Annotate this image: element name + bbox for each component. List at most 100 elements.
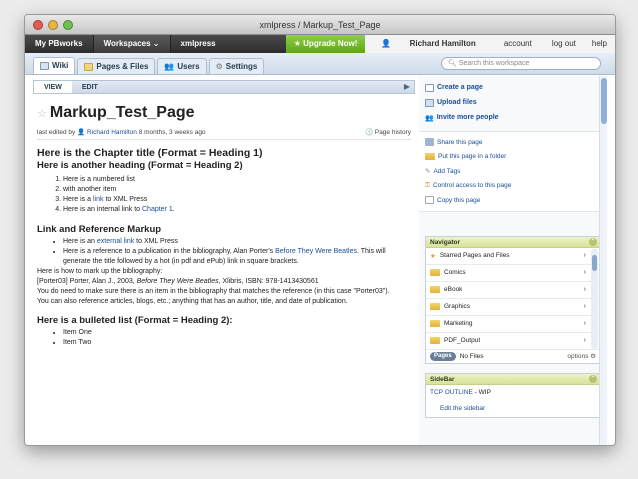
heading-bulleted-list: Here is a bulleted list (Format = Headin… xyxy=(37,315,233,326)
paragraph: You do need to make sure there is an ite… xyxy=(37,288,390,295)
tab-settings[interactable]: ⚙ Settings xyxy=(208,58,265,74)
collapse-navigator-icon[interactable]: ⌃ xyxy=(589,237,597,246)
tab-wiki[interactable]: Wiki xyxy=(33,57,76,74)
navigator-header: Navigator ⌃ xyxy=(426,236,600,248)
no-files-filter[interactable]: No Files xyxy=(460,353,484,360)
list-item: with another item xyxy=(63,185,411,195)
user-name-link[interactable]: 👤 Richard Hamilton xyxy=(365,35,491,53)
sidebar-panel-header: SideBar ⌃ xyxy=(426,373,600,385)
bulleted-list-items: Item One Item Two xyxy=(63,328,411,348)
window-controls xyxy=(33,20,73,30)
navigator-item-pdf-output[interactable]: PDF_Output › xyxy=(426,333,600,350)
tab-edit[interactable]: EDIT xyxy=(72,81,108,93)
external-link[interactable]: external link xyxy=(97,238,134,245)
bulleted-list-links: Here is an external link to XML Press He… xyxy=(63,237,411,267)
folder-icon xyxy=(430,286,440,293)
favorite-star-icon[interactable]: ☆ xyxy=(37,107,47,120)
pages-filter-button[interactable]: Pages xyxy=(430,351,456,361)
list-item: Here is an external link to XML Press xyxy=(63,237,411,247)
gear-icon: ⚙ xyxy=(215,61,223,71)
put-in-folder-link[interactable]: Put this page in a folder xyxy=(425,150,601,165)
add-tags-link[interactable]: ✎ Add Tags xyxy=(425,164,601,179)
paragraph: Here is how to mark up the bibliography: xyxy=(37,268,163,275)
top-navigation: My PBworks Workspaces ⌄ xmlpress ★ Upgra… xyxy=(25,35,615,53)
folder-icon xyxy=(425,153,435,161)
create-page-link[interactable]: Create a page xyxy=(425,80,601,95)
upgrade-button[interactable]: ★ Upgrade Now! xyxy=(285,35,366,53)
my-pbworks-link[interactable]: My PBworks xyxy=(25,35,93,53)
navigator-item-comics[interactable]: Comics › xyxy=(426,265,600,282)
list-item: Here is a numbered list xyxy=(63,175,411,185)
chapter-1-link[interactable]: Chapter 1 xyxy=(142,206,173,213)
bib-post: , Xlibris, ISBN: 978-1413430561 xyxy=(218,278,319,285)
editor-link[interactable]: Richard Hamilton xyxy=(87,129,137,136)
navigator-item-graphics[interactable]: Graphics › xyxy=(426,299,600,316)
options-label: options xyxy=(567,353,589,360)
sidebar-panel-title: SideBar xyxy=(430,375,455,383)
edit-sidebar-link[interactable]: Edit the sidebar xyxy=(440,405,485,412)
minimize-window-button[interactable] xyxy=(48,20,58,30)
paragraph: You can also reference articles, blogs, … xyxy=(37,298,348,305)
page-history-label: Page history xyxy=(374,129,411,136)
user-name-label: Richard Hamilton xyxy=(409,39,476,48)
page-title-text: Markup_Test_Page xyxy=(49,104,195,121)
navigator-scrollbar[interactable] xyxy=(591,248,598,349)
xml-press-link[interactable]: link xyxy=(93,196,104,203)
collapse-sidebar-icon[interactable]: ⌃ xyxy=(589,374,597,383)
navigator-item-marketing[interactable]: Marketing › xyxy=(426,316,600,333)
page-scroll-thumb[interactable] xyxy=(601,78,607,124)
invite-people-icon: 👥 xyxy=(425,114,434,122)
user-icon: 👤 xyxy=(381,39,394,48)
key-icon: ⚿ xyxy=(425,181,430,189)
control-access-link[interactable]: ⚿ Control access to this page xyxy=(425,179,601,194)
tab-pages-files-label: Pages & Files xyxy=(96,61,149,71)
logout-link[interactable]: log out xyxy=(540,35,584,53)
account-link[interactable]: account xyxy=(492,35,540,53)
help-link[interactable]: help xyxy=(584,35,615,53)
folder-icon xyxy=(430,303,440,310)
tab-pages-files[interactable]: Pages & Files xyxy=(77,58,156,74)
page-history-link[interactable]: 🕓 Page history xyxy=(365,128,411,136)
navigator-item-ebook[interactable]: eBook › xyxy=(426,282,600,299)
zoom-window-button[interactable] xyxy=(63,20,73,30)
chevron-right-icon: › xyxy=(583,252,586,259)
list-item: Here is a link to XML Press xyxy=(63,195,411,205)
collapse-arrow-icon[interactable]: ▶ xyxy=(404,82,410,91)
star-icon: ★ xyxy=(293,39,304,48)
tcp-suffix: - WIP xyxy=(474,388,491,396)
navigator-scroll-thumb[interactable] xyxy=(592,254,597,271)
upgrade-label: Upgrade Now! xyxy=(303,39,358,48)
before-they-were-beatles-link[interactable]: Before They Were Beatles xyxy=(275,248,357,255)
close-window-button[interactable] xyxy=(33,20,43,30)
editor-icon: 👤 xyxy=(77,129,86,136)
invite-people-link[interactable]: 👥 Invite more people xyxy=(425,110,601,125)
folder-icon xyxy=(430,320,440,327)
window-titlebar: xmlpress / Markup_Test_Page xyxy=(25,15,615,35)
bib-title: Before They Were Beatles xyxy=(136,278,219,285)
share-icon xyxy=(425,138,434,147)
view-edit-bar: VIEW EDIT ▶ xyxy=(33,80,415,94)
navigator-options-link[interactable]: options ⚙ xyxy=(567,352,596,360)
workspaces-dropdown[interactable]: Workspaces ⌄ xyxy=(92,35,171,53)
workspace-actions: Create a page Upload files 👥 Invite more… xyxy=(419,76,607,129)
page-scrollbar[interactable] xyxy=(599,76,607,445)
share-page-link[interactable]: Share this page xyxy=(425,135,601,150)
tab-view[interactable]: VIEW xyxy=(34,81,72,93)
browser-window: xmlpress / Markup_Test_Page My PBworks W… xyxy=(24,14,616,446)
upload-files-link[interactable]: Upload files xyxy=(425,95,601,110)
tcp-outline-link[interactable]: TCP OUTLINE xyxy=(430,389,473,396)
user-menu: 👤 Richard Hamilton account log out help xyxy=(365,35,615,53)
copy-page-link[interactable]: Copy this page xyxy=(425,193,601,208)
navigator-item-starred[interactable]: ★ Starred Pages and Files › xyxy=(426,248,600,265)
list-item: Item One xyxy=(63,328,411,338)
top-navigation-right: ★ Upgrade Now! 👤 Richard Hamilton accoun… xyxy=(285,35,615,53)
search-input[interactable]: 🔍︎ Search this workspace xyxy=(441,57,601,70)
folder-icon xyxy=(430,337,440,344)
options-gear-icon: ⚙ xyxy=(590,353,596,360)
bib-pre: [Porter03] Porter, Alan J., 2003, xyxy=(37,278,135,285)
workspace-name-link[interactable]: xmlpress xyxy=(171,35,226,53)
wiki-icon xyxy=(40,62,49,70)
tab-users[interactable]: 👥 Users xyxy=(157,58,207,74)
edited-when: 8 months, 3 weeks ago xyxy=(138,129,206,136)
page-meta: last edited by 👤 Richard Hamilton 8 mont… xyxy=(37,128,411,140)
